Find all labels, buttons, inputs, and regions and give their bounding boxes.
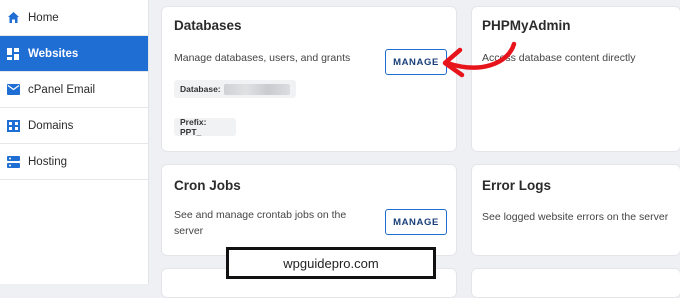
database-label: Database: (180, 84, 221, 94)
sidebar-item-hosting[interactable]: Hosting (0, 144, 148, 180)
cron-desc-line2: server (174, 225, 204, 237)
sidebar-item-cpanel-email[interactable]: cPanel Email (0, 72, 148, 108)
phpmyadmin-title: PHPMyAdmin (482, 18, 571, 33)
error-logs-title: Error Logs (482, 178, 552, 193)
database-name-chip: Database: (174, 80, 296, 98)
cron-manage-button[interactable]: MANAGE (385, 209, 447, 235)
sidebar-item-label: Home (28, 11, 59, 24)
next-card-right (471, 268, 680, 298)
mail-icon (6, 83, 20, 97)
sidebar-item-domains[interactable]: Domains (0, 108, 148, 144)
databases-title: Databases (174, 18, 242, 33)
home-icon (6, 11, 20, 25)
sidebar-item-home[interactable]: Home (0, 0, 148, 36)
sidebar-item-label: Domains (28, 119, 74, 132)
sidebar-item-websites[interactable]: Websites (0, 36, 148, 72)
databases-description: Manage databases, users, and grants (174, 52, 351, 64)
websites-grid-icon (6, 47, 20, 61)
watermark-banner: wpguidepro.com (226, 247, 436, 279)
cron-jobs-description: See and manage crontab jobs on the serve… (174, 207, 346, 239)
sidebar-item-label: Hosting (28, 155, 67, 168)
error-logs-description: See logged website errors on the server (482, 211, 669, 223)
sidebar: Home Websites cPanel Email Domains Hosti… (0, 0, 149, 284)
domains-icon (6, 119, 20, 133)
phpmyadmin-description: Access database content directly (482, 52, 636, 64)
sidebar-item-label: cPanel Email (28, 83, 96, 96)
cron-desc-line1: See and manage crontab jobs on the (174, 209, 347, 221)
databases-manage-button[interactable]: MANAGE (385, 49, 447, 75)
main-content: Databases Manage databases, users, and g… (149, 0, 680, 298)
error-logs-card[interactable]: Error Logs See logged website errors on … (471, 164, 680, 256)
prefix-chip: Prefix: PPT_ (174, 117, 236, 137)
redacted-database-name (223, 83, 290, 95)
phpmyadmin-card[interactable]: PHPMyAdmin Access database content direc… (471, 6, 680, 152)
databases-card: Databases Manage databases, users, and g… (161, 6, 457, 152)
cron-jobs-title: Cron Jobs (174, 178, 241, 193)
server-icon (6, 155, 20, 169)
cron-jobs-card: Cron Jobs See and manage crontab jobs on… (161, 164, 457, 256)
sidebar-item-label: Websites (28, 47, 79, 60)
